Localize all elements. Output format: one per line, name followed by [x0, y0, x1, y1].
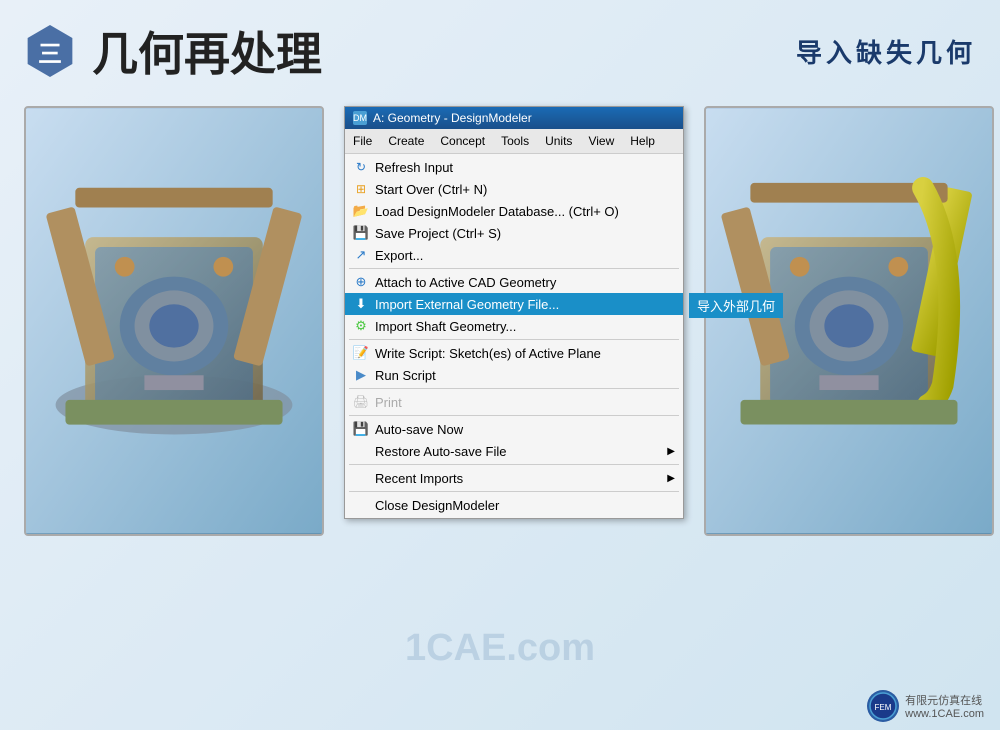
save-icon: 💾 [353, 225, 369, 241]
menu-view[interactable]: View [580, 131, 622, 151]
left-image [24, 106, 324, 536]
left-mechanical-svg [26, 108, 322, 534]
header: 三 几何再处理 导入缺失几何 [0, 0, 1000, 96]
export-icon: ↗ [353, 247, 369, 263]
badge: 三 [24, 25, 76, 77]
menu-item-restore[interactable]: Restore Auto-save File ▶ [345, 440, 683, 462]
recentimports-arrow: ▶ [667, 473, 675, 484]
load-icon: 📂 [353, 203, 369, 219]
menu-file[interactable]: File [345, 131, 380, 151]
separator-4 [349, 415, 679, 416]
svg-text:FEM: FEM [875, 703, 892, 712]
footer-url: www.1CAE.com [905, 708, 984, 720]
refresh-label: Refresh Input [375, 160, 453, 175]
menu-item-print: 🖨 Print [345, 391, 683, 413]
file-menu-dropdown: ↻ Refresh Input ⊞ Start Over (Ctrl+ N) 📂… [345, 154, 683, 518]
writescript-icon: 📝 [353, 345, 369, 361]
menu-item-recentimports[interactable]: Recent Imports ▶ [345, 467, 683, 489]
menu-item-runscript[interactable]: ▶ Run Script [345, 364, 683, 386]
menu-window: DM A: Geometry - DesignModeler File Crea… [344, 106, 684, 519]
page-title: 几何再处理 [92, 18, 796, 84]
separator-3 [349, 388, 679, 389]
footer-logo: FEM 有限元仿真在线 www.1CAE.com [867, 690, 984, 722]
autosave-icon: 💾 [353, 421, 369, 437]
menu-item-save[interactable]: 💾 Save Project (Ctrl+ S) [345, 222, 683, 244]
recentimports-label: Recent Imports [375, 471, 463, 486]
separator-5 [349, 464, 679, 465]
restore-arrow: ▶ [667, 446, 675, 457]
footer: FEM 有限元仿真在线 www.1CAE.com [867, 690, 984, 722]
menu-item-startover[interactable]: ⊞ Start Over (Ctrl+ N) [345, 178, 683, 200]
load-label: Load DesignModeler Database... (Ctrl+ O) [375, 204, 619, 219]
right-image-container [704, 106, 994, 536]
logo-svg: FEM [869, 692, 897, 720]
refresh-icon: ↻ [353, 159, 369, 175]
slide: 三 几何再处理 导入缺失几何 [0, 0, 1000, 730]
logo-icon: FEM [867, 690, 899, 722]
menu-title: A: Geometry - DesignModeler [373, 111, 532, 125]
menu-item-attach[interactable]: ⊕ Attach to Active CAD Geometry [345, 271, 683, 293]
content-area: DM A: Geometry - DesignModeler File Crea… [0, 96, 1000, 726]
separator-6 [349, 491, 679, 492]
print-label: Print [375, 395, 402, 410]
restore-label: Restore Auto-save File [375, 444, 507, 459]
import-label: Import External Geometry File... [375, 297, 559, 312]
menu-help[interactable]: Help [622, 131, 663, 151]
startover-label: Start Over (Ctrl+ N) [375, 182, 487, 197]
menu-item-refresh[interactable]: ↻ Refresh Input [345, 156, 683, 178]
separator-1 [349, 268, 679, 269]
menu-tools[interactable]: Tools [493, 131, 537, 151]
app-icon: DM [353, 111, 367, 125]
restore-icon [353, 443, 369, 459]
menu-item-load[interactable]: 📂 Load DesignModeler Database... (Ctrl+ … [345, 200, 683, 222]
shaft-icon: ⚙ [353, 318, 369, 334]
recentimports-icon [353, 470, 369, 486]
menu-item-writescript[interactable]: 📝 Write Script: Sketch(es) of Active Pla… [345, 342, 683, 364]
footer-logo-text: 有限元仿真在线 [905, 692, 984, 708]
print-icon: 🖨 [353, 394, 369, 410]
menu-bar: File Create Concept Tools Units View Hel… [345, 129, 683, 154]
import-icon: ⬇ [353, 296, 369, 312]
menu-item-shaft[interactable]: ⚙ Import Shaft Geometry... [345, 315, 683, 337]
right-image [704, 106, 994, 536]
shaft-label: Import Shaft Geometry... [375, 319, 516, 334]
menu-units[interactable]: Units [537, 131, 580, 151]
right-mechanical-svg [706, 108, 992, 534]
runscript-label: Run Script [375, 368, 436, 383]
runscript-icon: ▶ [353, 367, 369, 383]
page-subtitle: 导入缺失几何 [796, 33, 976, 70]
separator-2 [349, 339, 679, 340]
badge-text: 三 [38, 34, 62, 69]
writescript-label: Write Script: Sketch(es) of Active Plane [375, 346, 601, 361]
autosave-label: Auto-save Now [375, 422, 463, 437]
close-label: Close DesignModeler [375, 498, 499, 513]
save-label: Save Project (Ctrl+ S) [375, 226, 501, 241]
menu-item-close[interactable]: Close DesignModeler [345, 494, 683, 516]
startover-icon: ⊞ [353, 181, 369, 197]
menu-item-import[interactable]: ⬇ Import External Geometry File... 导入外部几… [345, 293, 683, 315]
export-label: Export... [375, 248, 423, 263]
menu-item-autosave[interactable]: 💾 Auto-save Now [345, 418, 683, 440]
menu-titlebar: DM A: Geometry - DesignModeler [345, 107, 683, 129]
import-cn-tooltip: 导入外部几何 [689, 293, 783, 318]
menu-create[interactable]: Create [380, 131, 432, 151]
attach-icon: ⊕ [353, 274, 369, 290]
menu-concept[interactable]: Concept [432, 131, 493, 151]
close-icon [353, 497, 369, 513]
menu-item-export[interactable]: ↗ Export... [345, 244, 683, 266]
attach-label: Attach to Active CAD Geometry [375, 275, 556, 290]
